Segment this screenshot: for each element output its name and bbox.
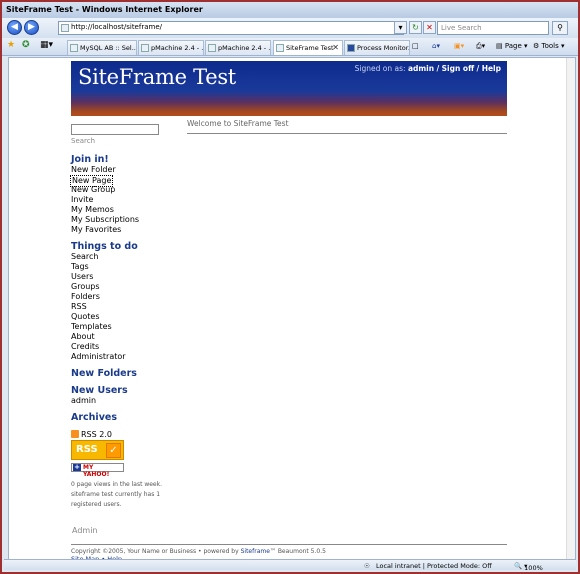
users-link[interactable]: Users	[71, 272, 93, 282]
signed-prefix: Signed on as:	[354, 64, 406, 73]
folders-link[interactable]: Folders	[71, 292, 100, 302]
search-icon[interactable]: ⚲	[552, 21, 568, 35]
tab-label: pMachine 2.4 - ...	[151, 44, 204, 52]
search-link[interactable]: Search	[71, 252, 98, 262]
my-subscriptions-link[interactable]: My Subscriptions	[71, 215, 139, 225]
stop-icon[interactable]: ✕	[423, 21, 436, 34]
help-link[interactable]: Help	[482, 64, 501, 73]
feeds-icon[interactable]: ▣▾	[454, 42, 464, 50]
refresh-icon[interactable]: ↻	[409, 21, 422, 34]
my-memos-link[interactable]: My Memos	[71, 205, 114, 215]
search-input[interactable]	[71, 124, 159, 135]
tab-process-monitor[interactable]: Process Monitor...	[344, 40, 410, 55]
new-tab-icon[interactable]: □	[412, 42, 419, 50]
back-button[interactable]: ◀	[7, 20, 22, 35]
zone-status: Local intranet | Protected Mode: Off	[376, 562, 492, 570]
new-group-link[interactable]: New Group	[71, 185, 115, 195]
my-favorites-link[interactable]: My Favorites	[71, 225, 121, 235]
quotes-link[interactable]: Quotes	[71, 312, 100, 322]
search-label: Search	[71, 137, 96, 145]
tab-pmachine-1[interactable]: pMachine 2.4 - ...	[138, 40, 204, 55]
copyright-text: Copyright ©2005, Your Name or Business •…	[71, 548, 239, 555]
checkmark-icon: ✓	[106, 443, 121, 458]
page-menu[interactable]: ▤ Page ▾	[496, 42, 528, 50]
status-bar: ☉ Local intranet | Protected Mode: Off 🔍…	[4, 559, 576, 572]
signed-on-info: Signed on as: admin / Sign off / Help	[354, 64, 501, 73]
version-text: ™ Beaumont 5.0.5	[269, 548, 326, 555]
siteframe-link[interactable]: Siteframe	[241, 548, 270, 555]
tab-list-icon[interactable]: ▦▾	[40, 40, 53, 50]
admin-link[interactable]: Admin	[72, 526, 98, 535]
close-icon[interactable]: ✕	[332, 43, 339, 52]
tab-page-icon	[208, 44, 216, 52]
favorites-star-icon[interactable]: ★	[7, 40, 15, 50]
rss20-label: RSS 2.0	[81, 430, 112, 439]
page-icon	[61, 24, 69, 32]
sign-off-link[interactable]: Sign off	[442, 64, 475, 73]
rss20-link[interactable]: RSS 2.0	[71, 430, 112, 439]
zoom-value: 100%	[524, 564, 543, 572]
my-yahoo-label: MY YAHOO!	[83, 464, 110, 478]
templates-link[interactable]: Templates	[71, 322, 112, 332]
join-heading: Join in!	[71, 154, 109, 165]
footer-divider	[71, 544, 507, 545]
new-folder-link[interactable]: New Folder	[71, 165, 116, 175]
tab-pmachine-2[interactable]: pMachine 2.4 - ...	[205, 40, 271, 55]
rss-badge-button[interactable]: RSS ✓	[71, 440, 124, 460]
print-icon[interactable]: ⎙▾	[476, 42, 485, 51]
plus-icon: +	[73, 463, 81, 471]
new-users-heading: New Users	[71, 385, 128, 396]
tab-label: SiteFrame Test	[286, 44, 334, 52]
tab-label: pMachine 2.4 - ...	[218, 44, 271, 52]
tab-page-icon	[141, 44, 149, 52]
tab-label: Process Monitor...	[357, 44, 410, 52]
credits-link[interactable]: Credits	[71, 342, 99, 352]
url-text: http://localhost/siteframe/	[71, 23, 162, 31]
rss-icon	[71, 430, 79, 438]
site-title[interactable]: SiteFrame Test	[78, 65, 236, 89]
tools-menu-label: Tools	[541, 42, 559, 50]
tab-label: MySQL AB :: Sel...	[80, 44, 137, 52]
about-link[interactable]: About	[71, 332, 95, 342]
add-favorites-icon[interactable]: ✪	[22, 40, 30, 50]
footer-copyright: Copyright ©2005, Your Name or Business •…	[71, 548, 326, 555]
browser-window: SiteFrame Test - Windows Internet Explor…	[0, 0, 580, 574]
page-content: SiteFrame Test Signed on as: admin / Sig…	[8, 57, 576, 563]
welcome-text: Welcome to SiteFrame Test	[187, 119, 289, 128]
invite-link[interactable]: Invite	[71, 195, 93, 205]
live-search-input[interactable]: Live Search	[437, 21, 549, 35]
groups-link[interactable]: Groups	[71, 282, 100, 292]
tab-mysql[interactable]: MySQL AB :: Sel...	[67, 40, 137, 55]
tab-row: ★ ✪ ▦▾ MySQL AB :: Sel... pMachine 2.4 -…	[2, 38, 578, 56]
page-menu-label: Page	[504, 42, 522, 50]
new-user-admin-link[interactable]: admin	[71, 396, 96, 406]
scrollbar[interactable]	[566, 58, 575, 562]
address-toolbar: ◀ ▶ http://localhost/siteframe/ ▾ ↻ ✕ Li…	[2, 18, 578, 38]
address-bar[interactable]: http://localhost/siteframe/	[58, 21, 404, 35]
forward-button[interactable]: ▶	[24, 20, 39, 35]
things-heading: Things to do	[71, 241, 138, 252]
tab-siteframe[interactable]: SiteFrame Test ✕	[273, 40, 343, 55]
window-title: SiteFrame Test - Windows Internet Explor…	[2, 2, 578, 18]
administrator-link[interactable]: Administrator	[71, 352, 126, 362]
tab-page-icon	[347, 44, 355, 52]
address-dropdown-button[interactable]: ▾	[394, 21, 407, 34]
tools-menu[interactable]: ⚙ Tools ▾	[533, 42, 565, 50]
my-yahoo-button[interactable]: + MY YAHOO!	[71, 463, 124, 478]
site-header: SiteFrame Test Signed on as: admin / Sig…	[71, 61, 507, 116]
stats-text: 0 page views in the last week. siteframe…	[71, 481, 162, 508]
rss-link[interactable]: RSS	[71, 302, 87, 312]
new-folders-heading: New Folders	[71, 368, 137, 379]
globe-icon: ☉	[364, 562, 370, 570]
home-icon[interactable]: ⌂▾	[432, 42, 440, 50]
divider	[187, 133, 507, 134]
archives-heading: Archives	[71, 412, 117, 423]
tab-page-icon	[70, 44, 78, 52]
zoom-level[interactable]: 🔍 100% ▾	[514, 562, 543, 572]
tab-page-icon	[276, 44, 284, 52]
tags-link[interactable]: Tags	[71, 262, 89, 272]
user-link[interactable]: admin	[408, 64, 434, 73]
rss-badge-label: RSS	[76, 444, 98, 455]
